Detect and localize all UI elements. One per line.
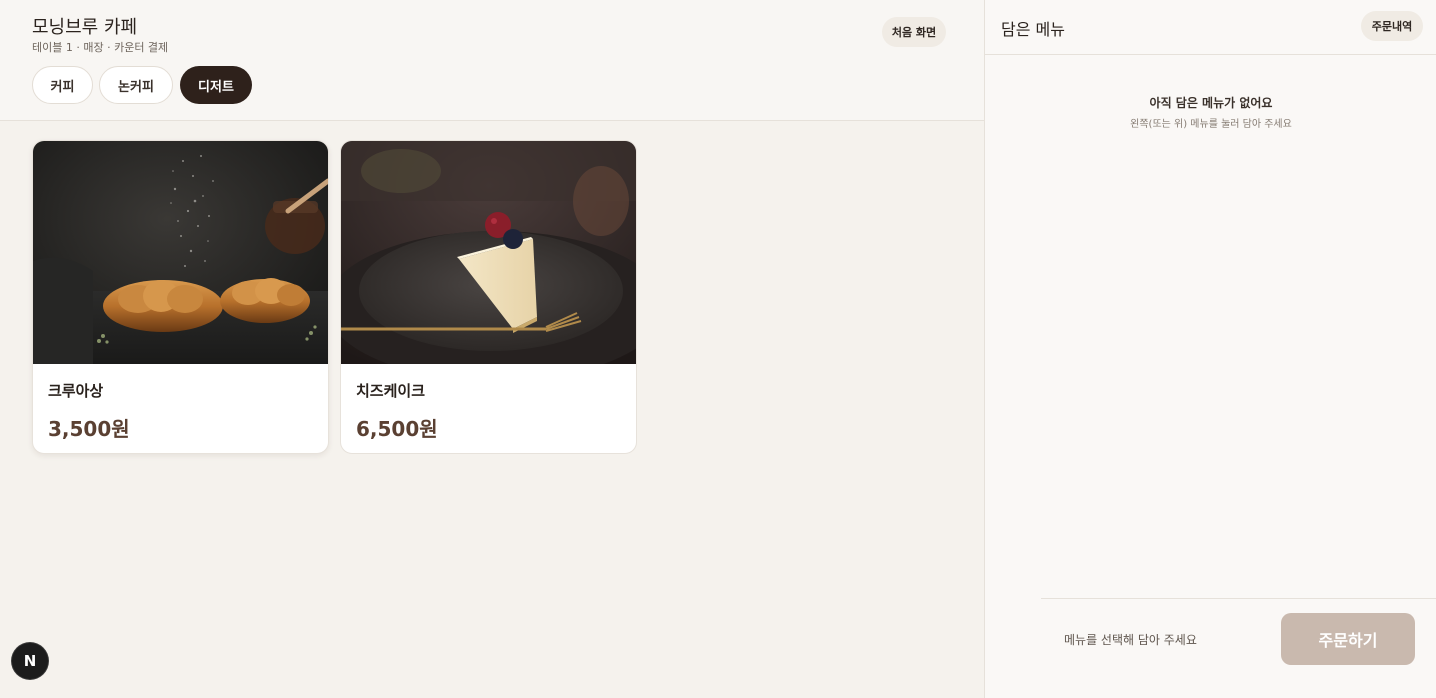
menu-item-price: 6,500원	[356, 417, 438, 441]
menu-panel: 모닝브루 카페 테이블 1 · 매장 · 카운터 결제 처음 화면 커피 논커피…	[0, 0, 984, 698]
cart-footer-hint: 메뉴를 선택해 담아 주세요	[1064, 633, 1197, 647]
store-info: 테이블 1 · 매장 · 카운터 결제	[32, 41, 169, 54]
menu-item-price: 3,500원	[48, 417, 130, 441]
cart-header: 담은 메뉴 주문내역	[985, 0, 1436, 55]
cart-empty-title: 아직 담은 메뉴가 없어요	[1149, 96, 1273, 110]
order-button[interactable]: 주문하기	[1281, 613, 1415, 665]
cheesecake-photo	[341, 141, 636, 364]
cart-footer: 메뉴를 선택해 담아 주세요 주문하기	[1041, 598, 1436, 698]
n-logo-icon[interactable]: N	[12, 643, 48, 679]
menu-item-name: 치즈케이크	[356, 382, 426, 400]
store-title: 모닝브루 카페	[32, 17, 138, 38]
cart-title: 담은 메뉴	[1001, 20, 1065, 39]
menu-item-name: 크루아상	[48, 382, 104, 400]
menu-card-croissant[interactable]: 크루아상 3,500원	[32, 140, 329, 454]
tab-non-coffee[interactable]: 논커피	[99, 66, 173, 104]
menu-card-cheesecake[interactable]: 치즈케이크 6,500원	[340, 140, 637, 454]
tab-dessert[interactable]: 디저트	[180, 66, 252, 104]
menu-header: 모닝브루 카페 테이블 1 · 매장 · 카운터 결제 처음 화면 커피 논커피…	[0, 0, 984, 121]
croissant-photo	[33, 141, 328, 364]
tab-coffee[interactable]: 커피	[32, 66, 93, 104]
home-button[interactable]: 처음 화면	[882, 17, 946, 47]
cart-empty-subtitle: 왼쪽(또는 위) 메뉴를 눌러 담아 주세요	[1130, 119, 1292, 130]
order-history-button[interactable]: 주문내역	[1361, 11, 1423, 41]
cart-panel: 담은 메뉴 주문내역 아직 담은 메뉴가 없어요 왼쪽(또는 위) 메뉴를 눌러…	[984, 0, 1436, 698]
